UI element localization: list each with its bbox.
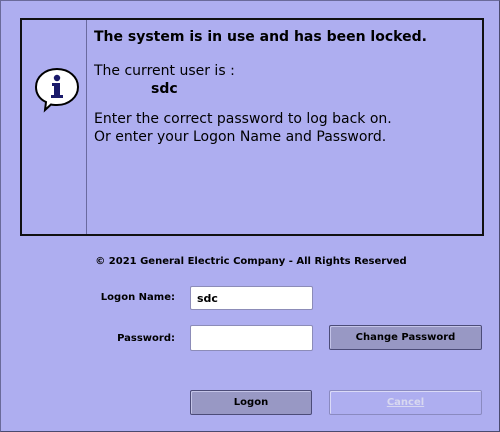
message-text: The system is in use and has been locked… <box>94 28 474 146</box>
lock-title: The system is in use and has been locked… <box>94 29 427 45</box>
password-input[interactable] <box>190 325 313 351</box>
copyright-notice: © 2021 General Electric Company - All Ri… <box>95 256 407 267</box>
logon-name-label: Logon Name: <box>100 292 175 303</box>
icon-column <box>22 20 87 234</box>
current-user-label: The current user is : <box>94 63 235 79</box>
logon-button[interactable]: Logon <box>190 390 312 415</box>
instruction-line-1: Enter the correct password to log back o… <box>94 111 392 127</box>
cancel-button[interactable]: Cancel <box>329 390 482 415</box>
message-panel: The system is in use and has been locked… <box>20 18 484 236</box>
instruction-line-2: Or enter your Logon Name and Password. <box>94 129 387 145</box>
current-user-name: sdc <box>151 81 178 97</box>
lock-dialog: The system is in use and has been locked… <box>0 0 500 432</box>
password-label: Password: <box>117 333 175 344</box>
logon-name-input[interactable] <box>190 286 313 310</box>
change-password-button[interactable]: Change Password <box>329 325 482 350</box>
info-icon <box>34 67 80 113</box>
